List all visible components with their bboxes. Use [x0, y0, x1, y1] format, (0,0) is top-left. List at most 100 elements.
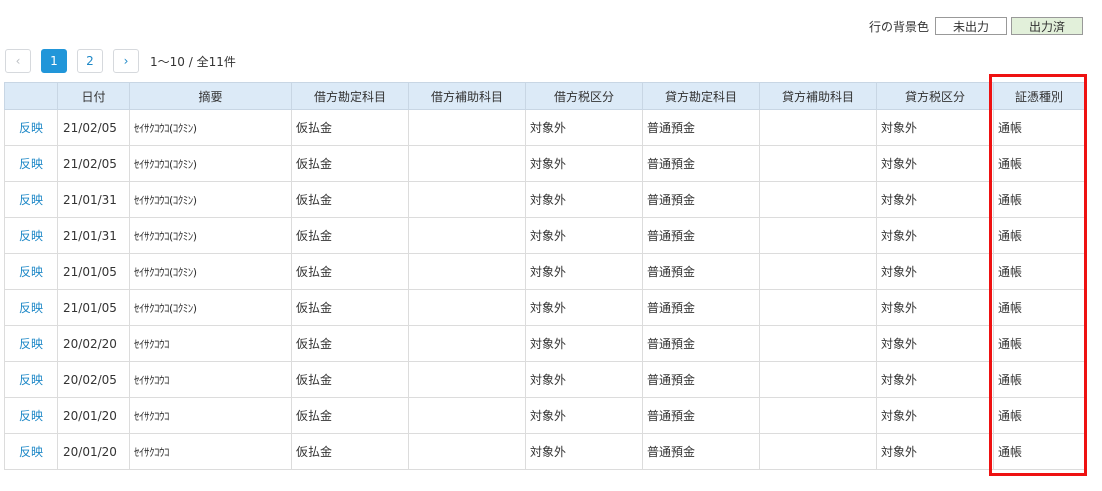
debit-sub-cell: [408, 181, 526, 218]
credit-tax-cell: 対象外: [876, 325, 994, 362]
page-button-1[interactable]: 1: [41, 49, 67, 73]
debit-account-cell: 仮払金: [291, 433, 409, 470]
debit-tax-cell: 対象外: [525, 181, 643, 218]
date-cell: 21/01/31: [57, 217, 130, 254]
debit-tax-cell: 対象外: [525, 325, 643, 362]
credit-sub-cell: [759, 217, 877, 254]
debit-account-cell: 仮払金: [291, 325, 409, 362]
summary-cell: ｾｲｻｸｺｳｺ(ｺｸﾐﾝ): [129, 181, 292, 218]
debit-account-cell: 仮払金: [291, 109, 409, 146]
debit-account-cell: 仮払金: [291, 145, 409, 182]
credit-tax-cell: 対象外: [876, 289, 994, 326]
voucher-type-cell: 通帳: [993, 181, 1085, 218]
summary-cell: ｾｲｻｸｺｳｺ: [129, 325, 292, 362]
credit-account-cell: 普通預金: [642, 289, 760, 326]
journal-table: 日付 摘要 借方勘定科目 借方補助科目 借方税区分 貸方勘定科目 貸方補助科目 …: [4, 82, 1085, 470]
debit-tax-cell: 対象外: [525, 289, 643, 326]
credit-sub-cell: [759, 109, 877, 146]
debit-account-cell: 仮払金: [291, 397, 409, 434]
reflect-link[interactable]: 反映: [4, 217, 58, 254]
pagination-info: 1〜10 / 全11件: [150, 54, 236, 69]
row-color-legend: 行の背景色 未出力 出力済: [869, 17, 1083, 35]
credit-account-cell: 普通預金: [642, 217, 760, 254]
page-button-2[interactable]: 2: [77, 49, 103, 73]
header-action: [4, 82, 58, 110]
debit-tax-cell: 対象外: [525, 253, 643, 290]
credit-sub-cell: [759, 397, 877, 434]
table-row: 反映 20/01/20 ｾｲｻｸｺｳｺ 仮払金 対象外 普通預金 対象外 通帳: [4, 433, 1085, 470]
chevron-left-icon[interactable]: ‹: [5, 49, 31, 73]
summary-cell: ｾｲｻｸｺｳｺ: [129, 397, 292, 434]
table-row: 反映 21/01/05 ｾｲｻｸｺｳｺ(ｺｸﾐﾝ) 仮払金 対象外 普通預金 対象外 通帳: [4, 253, 1085, 290]
summary-cell: ｾｲｻｸｺｳｺ(ｺｸﾐﾝ): [129, 253, 292, 290]
table-row: 反映 20/02/20 ｾｲｻｸｺｳｺ 仮払金 対象外 普通預金 対象外 通帳: [4, 325, 1085, 362]
credit-account-cell: 普通預金: [642, 253, 760, 290]
header-voucher-type: 証憑種別: [993, 82, 1085, 110]
credit-sub-cell: [759, 433, 877, 470]
debit-account-cell: 仮払金: [291, 181, 409, 218]
debit-sub-cell: [408, 109, 526, 146]
credit-tax-cell: 対象外: [876, 181, 994, 218]
credit-account-cell: 普通預金: [642, 361, 760, 398]
credit-account-cell: 普通預金: [642, 145, 760, 182]
debit-sub-cell: [408, 433, 526, 470]
voucher-type-cell: 通帳: [993, 361, 1085, 398]
header-credit-account: 貸方勘定科目: [642, 82, 760, 110]
debit-account-cell: 仮払金: [291, 253, 409, 290]
voucher-type-cell: 通帳: [993, 109, 1085, 146]
debit-sub-cell: [408, 145, 526, 182]
debit-sub-cell: [408, 397, 526, 434]
voucher-type-cell: 通帳: [993, 217, 1085, 254]
credit-sub-cell: [759, 181, 877, 218]
summary-cell: ｾｲｻｸｺｳｺ(ｺｸﾐﾝ): [129, 109, 292, 146]
reflect-link[interactable]: 反映: [4, 109, 58, 146]
voucher-type-cell: 通帳: [993, 253, 1085, 290]
voucher-type-cell: 通帳: [993, 433, 1085, 470]
table-header-row: 日付 摘要 借方勘定科目 借方補助科目 借方税区分 貸方勘定科目 貸方補助科目 …: [4, 82, 1085, 110]
chevron-right-icon[interactable]: ›: [113, 49, 139, 73]
reflect-link[interactable]: 反映: [4, 433, 58, 470]
table-row: 反映 21/01/31 ｾｲｻｸｺｳｺ(ｺｸﾐﾝ) 仮払金 対象外 普通預金 対象外 通帳: [4, 181, 1085, 218]
header-debit-tax: 借方税区分: [525, 82, 643, 110]
header-date: 日付: [57, 82, 130, 110]
credit-sub-cell: [759, 145, 877, 182]
summary-cell: ｾｲｻｸｺｳｺ(ｺｸﾐﾝ): [129, 289, 292, 326]
date-cell: 21/02/05: [57, 145, 130, 182]
reflect-link[interactable]: 反映: [4, 253, 58, 290]
debit-tax-cell: 対象外: [525, 433, 643, 470]
credit-sub-cell: [759, 361, 877, 398]
summary-cell: ｾｲｻｸｺｳｺ(ｺｸﾐﾝ): [129, 145, 292, 182]
debit-tax-cell: 対象外: [525, 145, 643, 182]
debit-sub-cell: [408, 289, 526, 326]
credit-account-cell: 普通預金: [642, 181, 760, 218]
credit-account-cell: 普通預金: [642, 109, 760, 146]
reflect-link[interactable]: 反映: [4, 325, 58, 362]
reflect-link[interactable]: 反映: [4, 289, 58, 326]
reflect-link[interactable]: 反映: [4, 181, 58, 218]
date-cell: 20/01/20: [57, 397, 130, 434]
debit-sub-cell: [408, 217, 526, 254]
date-cell: 21/02/05: [57, 109, 130, 146]
header-credit-tax: 貸方税区分: [876, 82, 994, 110]
debit-sub-cell: [408, 361, 526, 398]
reflect-link[interactable]: 反映: [4, 397, 58, 434]
credit-sub-cell: [759, 325, 877, 362]
credit-sub-cell: [759, 253, 877, 290]
table-row: 反映 21/02/05 ｾｲｻｸｺｳｺ(ｺｸﾐﾝ) 仮払金 対象外 普通預金 対象外 通帳: [4, 145, 1085, 182]
reflect-link[interactable]: 反映: [4, 361, 58, 398]
credit-account-cell: 普通預金: [642, 397, 760, 434]
summary-cell: ｾｲｻｸｺｳｺ(ｺｸﾐﾝ): [129, 217, 292, 254]
reflect-link[interactable]: 反映: [4, 145, 58, 182]
debit-tax-cell: 対象外: [525, 397, 643, 434]
debit-sub-cell: [408, 325, 526, 362]
credit-tax-cell: 対象外: [876, 253, 994, 290]
table-row: 反映 21/01/05 ｾｲｻｸｺｳｺ(ｺｸﾐﾝ) 仮払金 対象外 普通預金 対象外 通帳: [4, 289, 1085, 326]
voucher-type-cell: 通帳: [993, 325, 1085, 362]
header-debit-account: 借方勘定科目: [291, 82, 409, 110]
header-debit-sub: 借方補助科目: [408, 82, 526, 110]
credit-account-cell: 普通預金: [642, 433, 760, 470]
table-row: 反映 21/02/05 ｾｲｻｸｺｳｺ(ｺｸﾐﾝ) 仮払金 対象外 普通預金 対象外 通帳: [4, 109, 1085, 146]
debit-tax-cell: 対象外: [525, 361, 643, 398]
voucher-type-cell: 通帳: [993, 289, 1085, 326]
legend-unoutput-swatch: 未出力: [935, 17, 1007, 35]
